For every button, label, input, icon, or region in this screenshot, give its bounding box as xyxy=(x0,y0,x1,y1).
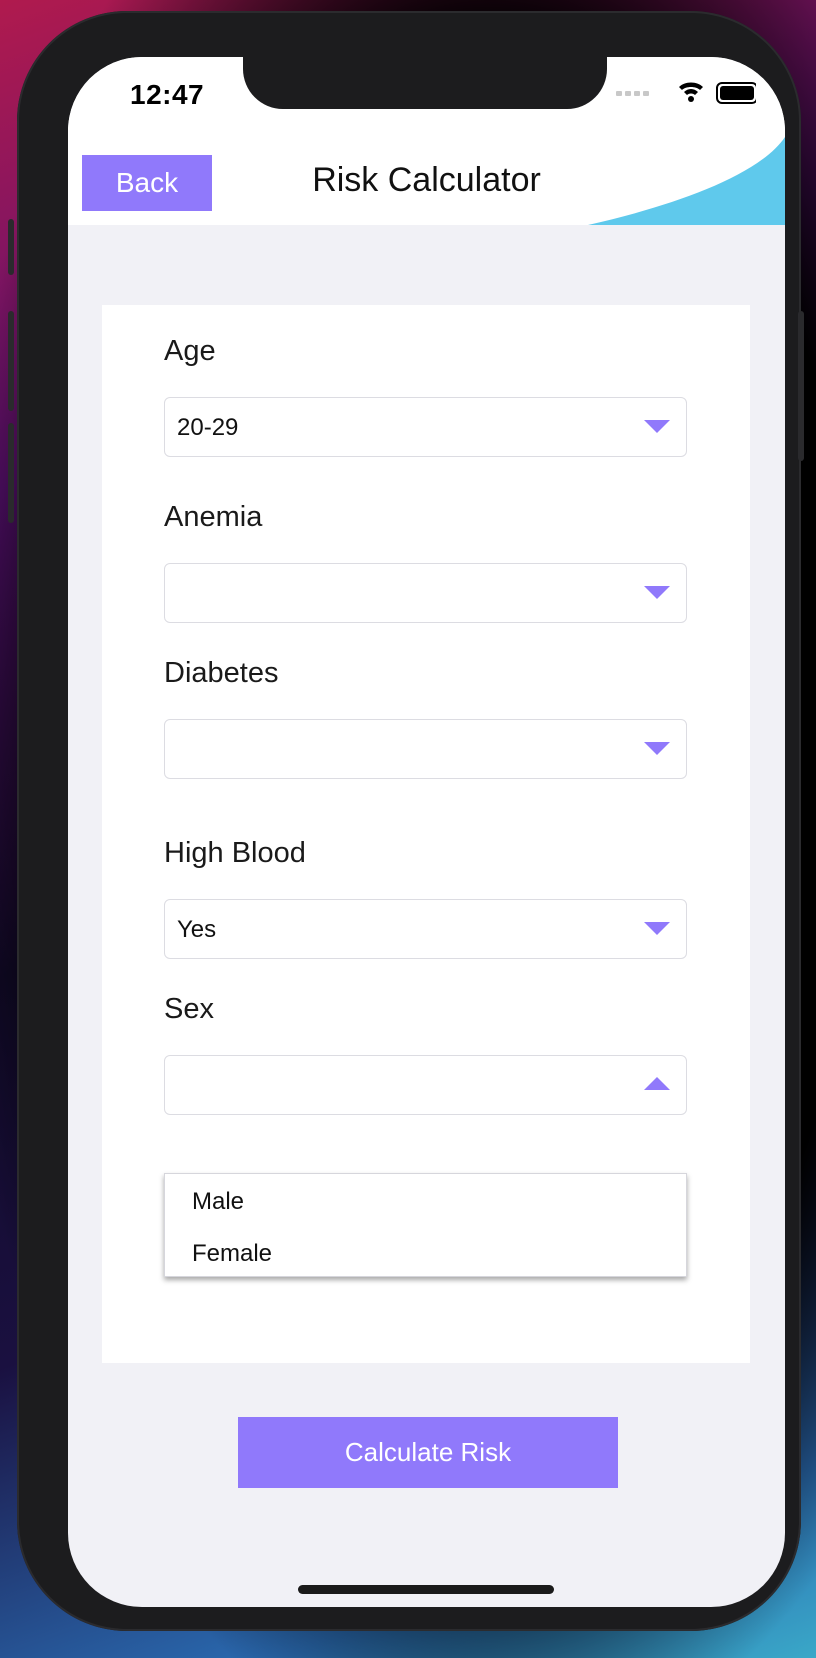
age-select[interactable]: 20-29 xyxy=(164,397,687,457)
status-time: 12:47 xyxy=(130,79,205,110)
signal-dots-icon xyxy=(616,91,649,96)
chevron-up-icon xyxy=(644,1077,670,1090)
age-select-value: 20-29 xyxy=(177,414,239,441)
wifi-icon xyxy=(679,82,703,102)
page-title: Risk Calculator xyxy=(312,161,541,199)
sex-select[interactable] xyxy=(164,1055,687,1115)
chevron-down-icon xyxy=(644,922,670,935)
anemia-label: Anemia xyxy=(164,501,263,533)
high-blood-select-value: Yes xyxy=(177,916,217,943)
sex-label: Sex xyxy=(164,993,214,1025)
volume-up-button xyxy=(8,311,14,411)
diabetes-label: Diabetes xyxy=(164,657,279,689)
high-blood-select[interactable]: Yes xyxy=(164,899,687,959)
chevron-down-icon xyxy=(644,586,670,599)
device-notch xyxy=(243,57,607,109)
app-header: 12:47 Back Risk Calculator xyxy=(68,57,785,225)
anemia-select[interactable] xyxy=(164,563,687,623)
home-indicator xyxy=(298,1585,554,1594)
power-button xyxy=(798,311,804,461)
diabetes-select[interactable] xyxy=(164,719,687,779)
app-screen: 12:47 Back Risk Calculator Age 20-29 Ane… xyxy=(68,57,785,1607)
sex-dropdown-menu: Male Female xyxy=(164,1173,687,1277)
mute-switch xyxy=(8,219,14,275)
high-blood-label: High Blood xyxy=(164,837,306,869)
calculate-risk-button[interactable]: Calculate Risk xyxy=(238,1417,618,1488)
volume-down-button xyxy=(8,423,14,523)
option-female[interactable]: Female xyxy=(192,1240,272,1268)
option-male[interactable]: Male xyxy=(192,1188,244,1216)
battery-icon xyxy=(716,82,756,104)
age-label: Age xyxy=(164,335,216,367)
status-icons xyxy=(616,82,756,104)
phone-frame: 12:47 Back Risk Calculator Age 20-29 Ane… xyxy=(8,11,804,1631)
chevron-down-icon xyxy=(644,420,670,433)
chevron-down-icon xyxy=(644,742,670,755)
form-card: Age 20-29 Anemia Diabetes High Blood Yes… xyxy=(102,305,750,1363)
